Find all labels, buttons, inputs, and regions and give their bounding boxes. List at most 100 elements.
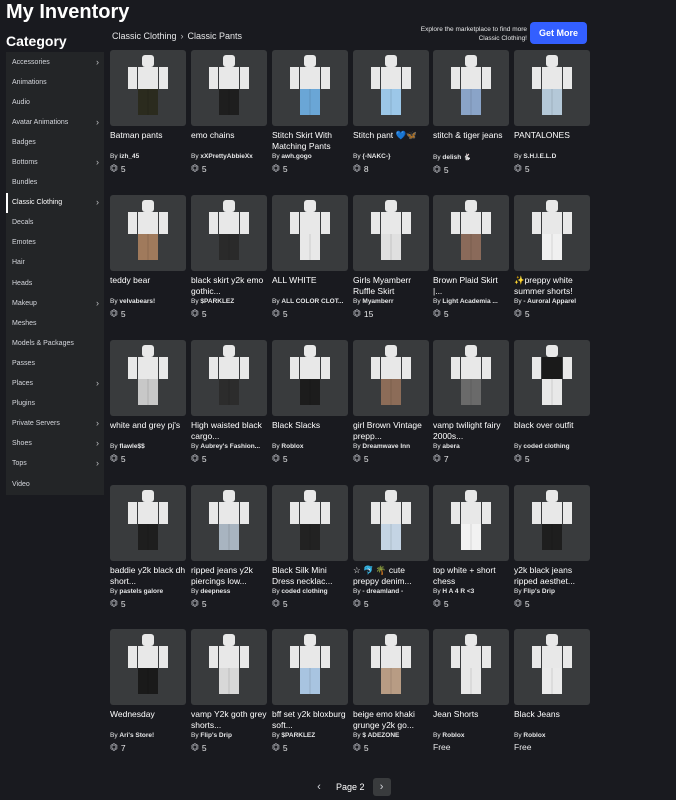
item-name[interactable]: stitch & tiger jeans (433, 130, 509, 151)
item-name[interactable]: Wednesday (110, 709, 186, 730)
item-name[interactable]: vamp Y2k goth grey shorts... (191, 709, 267, 730)
item-name[interactable]: ☆ 🐬 🌴 cute preppy denim... (353, 565, 429, 586)
item-card[interactable]: girl Brown Vintage prepp... By Dreamwave … (353, 340, 429, 480)
item-thumbnail[interactable] (514, 485, 590, 561)
sidebar-item-audio[interactable]: Audio (6, 92, 104, 112)
creator-name[interactable]: Roblox (523, 732, 545, 739)
item-card[interactable]: vamp twilight fairy 2000s... By abera ⏣ 7 (433, 340, 509, 480)
creator-name[interactable]: deepness (200, 588, 230, 595)
item-name[interactable]: PANTALONES (514, 130, 590, 151)
item-name[interactable]: ripped jeans y2k piercings low... (191, 565, 267, 586)
prev-page-button[interactable]: ‹ (310, 778, 328, 796)
item-card[interactable]: ripped jeans y2k piercings low... By deep… (191, 485, 267, 625)
item-name[interactable]: Black Jeans (514, 709, 590, 730)
item-name[interactable]: Batman pants (110, 130, 186, 151)
item-name[interactable]: Stitch pant 💙🦋 (353, 130, 429, 151)
sidebar-item-emotes[interactable]: Emotes (6, 233, 104, 253)
sidebar-item-shoes[interactable]: Shoes › (6, 434, 104, 454)
item-thumbnail[interactable] (353, 340, 429, 416)
sidebar-item-video[interactable]: Video (6, 474, 104, 494)
item-card[interactable]: Wednesday By Ari's Store! ⏣ 7 (110, 629, 186, 769)
item-thumbnail[interactable] (191, 340, 267, 416)
item-thumbnail[interactable] (353, 485, 429, 561)
creator-name[interactable]: delish 🐇 (442, 154, 471, 161)
item-thumbnail[interactable] (433, 50, 509, 126)
item-thumbnail[interactable] (514, 195, 590, 271)
item-card[interactable]: PANTALONES By S.H.I.E.L.D ⏣ 5 (514, 50, 590, 190)
item-thumbnail[interactable] (272, 629, 348, 705)
sidebar-item-bottoms[interactable]: Bottoms › (6, 152, 104, 172)
item-thumbnail[interactable] (433, 195, 509, 271)
item-card[interactable]: Girls Myamberr Ruffle Skirt By Myamberr ⏣ 1… (353, 195, 429, 335)
breadcrumb-classic-pants[interactable]: Classic Pants (188, 31, 243, 41)
item-name[interactable]: teddy bear (110, 275, 186, 296)
item-thumbnail[interactable] (110, 195, 186, 271)
item-name[interactable]: y2k black jeans ripped aesthet... (514, 565, 590, 586)
creator-name[interactable]: Light Academia ... (442, 298, 497, 305)
item-thumbnail[interactable] (353, 195, 429, 271)
item-card[interactable]: Stitch pant 💙🦋 By {-NAKC-} ⏣ 8 (353, 50, 429, 190)
item-thumbnail[interactable] (433, 485, 509, 561)
item-thumbnail[interactable] (272, 485, 348, 561)
sidebar-item-models-packages[interactable]: Models & Packages (6, 333, 104, 353)
item-card[interactable]: teddy bear By velvabears! ⏣ 5 (110, 195, 186, 335)
creator-name[interactable]: - Auroral Apparel (523, 298, 576, 305)
item-card[interactable]: y2k black jeans ripped aesthet... By Flip… (514, 485, 590, 625)
item-thumbnail[interactable] (110, 485, 186, 561)
item-name[interactable]: Stitch Skirt With Matching Pants (272, 130, 348, 151)
item-name[interactable]: girl Brown Vintage prepp... (353, 420, 429, 441)
creator-name[interactable]: coded clothing (523, 443, 569, 450)
item-name[interactable]: beige emo khaki grunge y2k go... (353, 709, 429, 730)
item-thumbnail[interactable] (514, 340, 590, 416)
sidebar-item-private-servers[interactable]: Private Servers › (6, 414, 104, 434)
creator-name[interactable]: Flip's Drip (200, 732, 232, 739)
item-card[interactable]: beige emo khaki grunge y2k go... By $ ADE… (353, 629, 429, 769)
item-thumbnail[interactable] (272, 50, 348, 126)
item-name[interactable]: vamp twilight fairy 2000s... (433, 420, 509, 441)
creator-name[interactable]: izh_45 (119, 153, 139, 160)
next-page-button[interactable]: › (372, 778, 391, 796)
sidebar-item-makeup[interactable]: Makeup › (6, 293, 104, 313)
creator-name[interactable]: awh.gogo (281, 153, 311, 160)
sidebar-item-accessories[interactable]: Accessories › (6, 52, 104, 72)
item-name[interactable]: emo chains (191, 130, 267, 151)
sidebar-item-plugins[interactable]: Plugins (6, 394, 104, 414)
item-thumbnail[interactable] (110, 629, 186, 705)
creator-name[interactable]: Flip's Drip (523, 588, 555, 595)
sidebar-item-meshes[interactable]: Meshes (6, 313, 104, 333)
item-name[interactable]: Black Slacks (272, 420, 348, 441)
item-name[interactable]: black over outfit (514, 420, 590, 441)
creator-name[interactable]: S.H.I.E.L.D (523, 153, 556, 160)
creator-name[interactable]: velvabears! (119, 298, 155, 305)
item-card[interactable]: top white + short chess By H A 4 R <3 ⏣ 5 (433, 485, 509, 625)
item-card[interactable]: Black Slacks By Roblox ⏣ 5 (272, 340, 348, 480)
item-name[interactable]: top white + short chess (433, 565, 509, 586)
sidebar-item-tops[interactable]: Tops › (6, 454, 104, 474)
item-card[interactable]: Brown Plaid Skirt |... By Light Academia … (433, 195, 509, 335)
sidebar-item-bundles[interactable]: Bundles (6, 173, 104, 193)
item-card[interactable]: Jean Shorts By Roblox Free (433, 629, 509, 769)
creator-name[interactable]: {-NAKC-} (362, 153, 390, 160)
sidebar-item-animations[interactable]: Animations (6, 72, 104, 92)
item-card[interactable]: Black Jeans By Roblox Free (514, 629, 590, 769)
item-thumbnail[interactable] (514, 50, 590, 126)
item-name[interactable]: baddie y2k black dh short... (110, 565, 186, 586)
item-thumbnail[interactable] (514, 629, 590, 705)
sidebar-item-passes[interactable]: Passes (6, 353, 104, 373)
creator-name[interactable]: xXPrettyAbbieXx (200, 153, 252, 160)
item-thumbnail[interactable] (433, 629, 509, 705)
item-thumbnail[interactable] (191, 629, 267, 705)
item-thumbnail[interactable] (191, 195, 267, 271)
item-thumbnail[interactable] (272, 195, 348, 271)
item-thumbnail[interactable] (110, 50, 186, 126)
item-card[interactable]: bff set y2k bloxburg soft... By $PARKLEZ ⏣… (272, 629, 348, 769)
item-name[interactable]: Jean Shorts (433, 709, 509, 730)
creator-name[interactable]: Myamberr (362, 298, 393, 305)
item-name[interactable]: ✨preppy white summer shorts! (514, 275, 590, 296)
item-card[interactable]: stitch & tiger jeans By delish 🐇 ⏣ 5 (433, 50, 509, 190)
get-more-button[interactable]: Get More (530, 22, 587, 44)
item-card[interactable]: black skirt y2k emo gothic... By $PARKLEZ… (191, 195, 267, 335)
item-name[interactable]: black skirt y2k emo gothic... (191, 275, 267, 296)
creator-name[interactable]: flawle$$ (119, 443, 144, 450)
item-name[interactable]: ALL WHITE (272, 275, 348, 296)
